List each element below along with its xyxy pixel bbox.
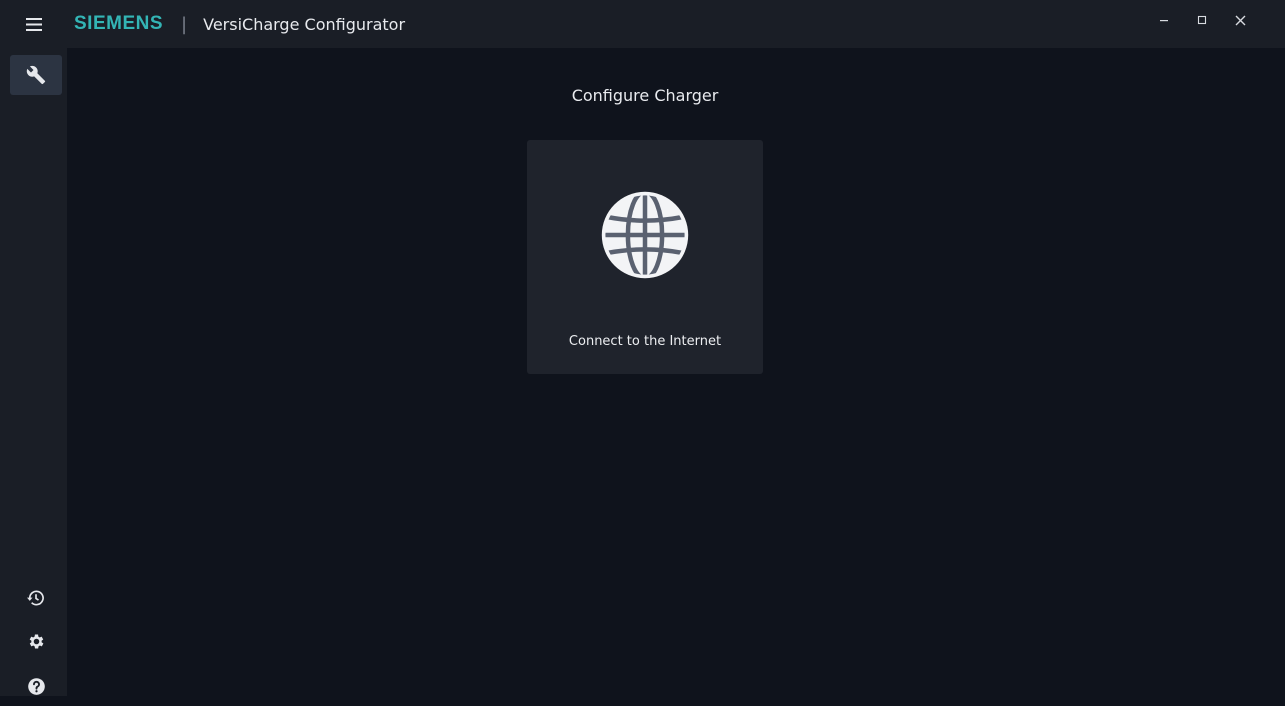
sidebar-item-help[interactable] xyxy=(10,666,62,706)
hamburger-menu-icon[interactable] xyxy=(10,4,58,44)
wrench-icon xyxy=(26,65,46,85)
sidebar-item-configure[interactable] xyxy=(10,55,62,95)
maximize-button[interactable] xyxy=(1183,2,1221,38)
help-icon xyxy=(27,677,45,695)
minimize-icon xyxy=(1160,20,1168,22)
globe-icon xyxy=(601,191,689,279)
page-heading: Configure Charger xyxy=(571,86,719,105)
sidebar-item-history[interactable] xyxy=(10,578,62,618)
sidebar-item-settings[interactable] xyxy=(10,621,62,661)
main-content: Configure Charger Connect to the Interne… xyxy=(67,48,1285,696)
title-bar: SIEMENS | VersiCharge Configurator xyxy=(0,0,1285,48)
card-label: Connect to the Internet xyxy=(568,334,722,349)
maximize-icon xyxy=(1197,15,1207,25)
history-icon xyxy=(27,590,44,606)
title-separator: | xyxy=(181,13,188,35)
brand-logo: SIEMENS xyxy=(74,13,164,34)
close-button[interactable] xyxy=(1221,2,1259,38)
app-title: VersiCharge Configurator xyxy=(203,14,406,34)
sidebar xyxy=(0,48,67,696)
minimize-button[interactable] xyxy=(1145,2,1183,38)
window-controls xyxy=(1145,0,1259,40)
close-icon xyxy=(1235,15,1245,25)
connect-internet-card[interactable]: Connect to the Internet xyxy=(527,140,763,374)
gear-icon xyxy=(29,634,43,648)
